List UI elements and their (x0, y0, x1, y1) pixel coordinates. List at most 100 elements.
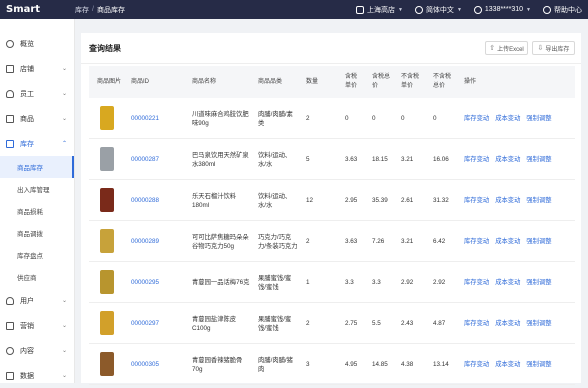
product-id-link[interactable]: 00000305 (131, 344, 159, 385)
product-category: 饮料/运动、 水/水 (258, 192, 292, 209)
export-inventory-label: 导出库存 (545, 46, 570, 53)
stock-change-link[interactable]: 库存变动 (464, 360, 489, 369)
sidebar-item-marketing[interactable]: 营销 ⌄ (0, 313, 74, 338)
cost-change-link[interactable]: 成本变动 (495, 319, 520, 328)
product-image (100, 147, 114, 171)
upload-excel-button[interactable]: ⇧ 上传Excel (485, 41, 528, 55)
force-adjust-link[interactable]: 强制调整 (526, 155, 551, 164)
notax-unit-price: 0 (401, 115, 405, 122)
stock-change-link[interactable]: 库存变动 (464, 319, 489, 328)
tax-unit-price: 3.3 (345, 279, 354, 286)
product-category: 肉脯/肉脯/猪 肉 (258, 356, 293, 373)
sidebar-sub-item-stock-io[interactable]: 出入库管理 (0, 178, 74, 200)
force-adjust-link[interactable]: 强制调整 (526, 360, 551, 369)
help-center-link[interactable]: 帮助中心 (543, 5, 582, 15)
product-name: 巴马泉饮用天然矿泉 水380ml (192, 151, 249, 168)
notax-unit-price: 2.92 (401, 279, 414, 286)
column-header: 商品品类 (258, 78, 283, 85)
quantity: 1 (306, 279, 310, 286)
notax-total-price: 31.32 (433, 197, 449, 204)
chevron-down-icon: ⌄ (61, 298, 67, 304)
sidebar-item-label: 库存 (20, 140, 34, 148)
notax-total-price: 6.42 (433, 238, 446, 245)
cost-change-link[interactable]: 成本变动 (495, 278, 520, 287)
row-actions: 库存变动 成本变动 强制调整 (464, 262, 552, 303)
sidebar-item-store[interactable]: 店铺 ⌄ (0, 56, 74, 81)
tax-total-price: 0 (372, 115, 376, 122)
table-row: 00000297 青蔓园盐津陈皮 C100g 果脯蜜饯/蜜 饯/蜜饯 2 2.75 5.5… (89, 303, 575, 344)
tax-unit-price: 2.95 (345, 197, 358, 204)
sidebar-item-content[interactable]: 内容 ⌄ (0, 338, 74, 363)
sidebar-item-data[interactable]: 数据 ⌄ (0, 363, 74, 388)
product-id-link[interactable]: 00000288 (131, 180, 159, 221)
sidebar-sub-item-transfer[interactable]: 商品调拨 (0, 222, 74, 244)
stock-change-link[interactable]: 库存变动 (464, 196, 489, 205)
quantity: 2 (306, 115, 310, 122)
force-adjust-link[interactable]: 强制调整 (526, 237, 551, 246)
stock-change-link[interactable]: 库存变动 (464, 278, 489, 287)
sidebar-sub-item-goods-inventory[interactable]: 商品库存 (0, 156, 74, 178)
cost-change-link[interactable]: 成本变动 (495, 237, 520, 246)
chevron-down-icon: ⌄ (61, 91, 67, 97)
divider (81, 63, 581, 64)
chevron-down-icon: ⌄ (61, 348, 67, 354)
stock-change-link[interactable]: 库存变动 (464, 155, 489, 164)
product-id-link[interactable]: 00000289 (131, 221, 159, 262)
tax-total-price: 7.26 (372, 238, 385, 245)
column-header: 商品图片 (97, 78, 122, 85)
tax-unit-price: 3.63 (345, 238, 358, 245)
language-label: 简体中文 (425, 6, 454, 14)
product-category: 饮料/运动、 水/水 (258, 151, 292, 168)
notax-total-price: 0 (433, 115, 437, 122)
product-image (100, 229, 114, 253)
store-selector[interactable]: 上海高店 ▼ (355, 5, 403, 15)
chevron-down-icon: ▼ (526, 6, 531, 13)
language-selector[interactable]: 简体中文 ▼ (414, 5, 462, 15)
cost-change-link[interactable]: 成本变动 (495, 155, 520, 164)
sidebar-sub-item-loss[interactable]: 商品损耗 (0, 200, 74, 222)
sidebar-item-goods[interactable]: 商品 ⌄ (0, 106, 74, 131)
cost-change-link[interactable]: 成本变动 (495, 114, 520, 123)
sidebar-sub-item-stocktake[interactable]: 库存盘点 (0, 244, 74, 266)
sidebar-sub-item-supplier[interactable]: 供应商 (0, 266, 74, 288)
product-name: 青蔓园盐津陈皮 C100g (192, 315, 237, 332)
table-row: 00000289 可可比萨焦糖玛朵朵 谷物巧克力50g 巧克力/巧克 力/条装巧克力… (89, 221, 575, 262)
user-menu[interactable]: 1338****310 ▼ (473, 5, 531, 14)
cost-change-link[interactable]: 成本变动 (495, 196, 520, 205)
product-id-link[interactable]: 00000297 (131, 303, 159, 344)
user-name: 1338****310 (484, 6, 524, 13)
column-header: 操作 (464, 78, 477, 85)
store-icon (6, 64, 14, 73)
force-adjust-link[interactable]: 强制调整 (526, 196, 551, 205)
sidebar-item-overview[interactable]: 概览 (0, 31, 74, 56)
notax-total-price: 13.14 (433, 361, 449, 368)
top-bar: Smart 库存 / 商品库存 上海高店 ▼ 简体中文 ▼ 1338****31… (0, 0, 588, 19)
column-header: 不含税 单价 (401, 74, 420, 89)
product-image (100, 352, 114, 376)
product-category: 巧克力/巧克 力/条装巧克力 (258, 233, 298, 250)
row-actions: 库存变动 成本变动 强制调整 (464, 139, 552, 180)
stock-change-link[interactable]: 库存变动 (464, 114, 489, 123)
quantity: 3 (306, 361, 310, 368)
product-id-link[interactable]: 00000295 (131, 262, 159, 303)
sidebar-item-inventory[interactable]: 库存 ⌃ (0, 131, 74, 156)
force-adjust-link[interactable]: 强制调整 (526, 278, 551, 287)
sidebar-item-user[interactable]: 用户 ⌄ (0, 288, 74, 313)
quantity: 2 (306, 238, 310, 245)
store-label: 上海高店 (366, 6, 395, 14)
cost-change-link[interactable]: 成本变动 (495, 360, 520, 369)
product-id-link[interactable]: 00000221 (131, 98, 159, 139)
sidebar-item-staff[interactable]: 员工 ⌄ (0, 81, 74, 106)
product-name: 川道味麻合鸡肢饮肥 味90g (192, 110, 249, 127)
force-adjust-link[interactable]: 强制调整 (526, 114, 551, 123)
breadcrumb-inventory[interactable]: 库存 (75, 5, 89, 15)
force-adjust-link[interactable]: 强制调整 (526, 319, 551, 328)
globe-icon (414, 5, 423, 14)
table-row: 00000295 青蔓园一品话梅76克 果脯蜜饯/蜜 饯/蜜饯 1 3.3 3.3 2.92… (89, 262, 575, 303)
tax-total-price: 18.15 (372, 156, 388, 163)
chevron-down-icon: ⌄ (61, 116, 67, 122)
stock-change-link[interactable]: 库存变动 (464, 237, 489, 246)
export-inventory-button[interactable]: ⇩ 导出库存 (532, 41, 575, 55)
product-id-link[interactable]: 00000287 (131, 139, 159, 180)
column-header: 商品名称 (192, 78, 217, 85)
